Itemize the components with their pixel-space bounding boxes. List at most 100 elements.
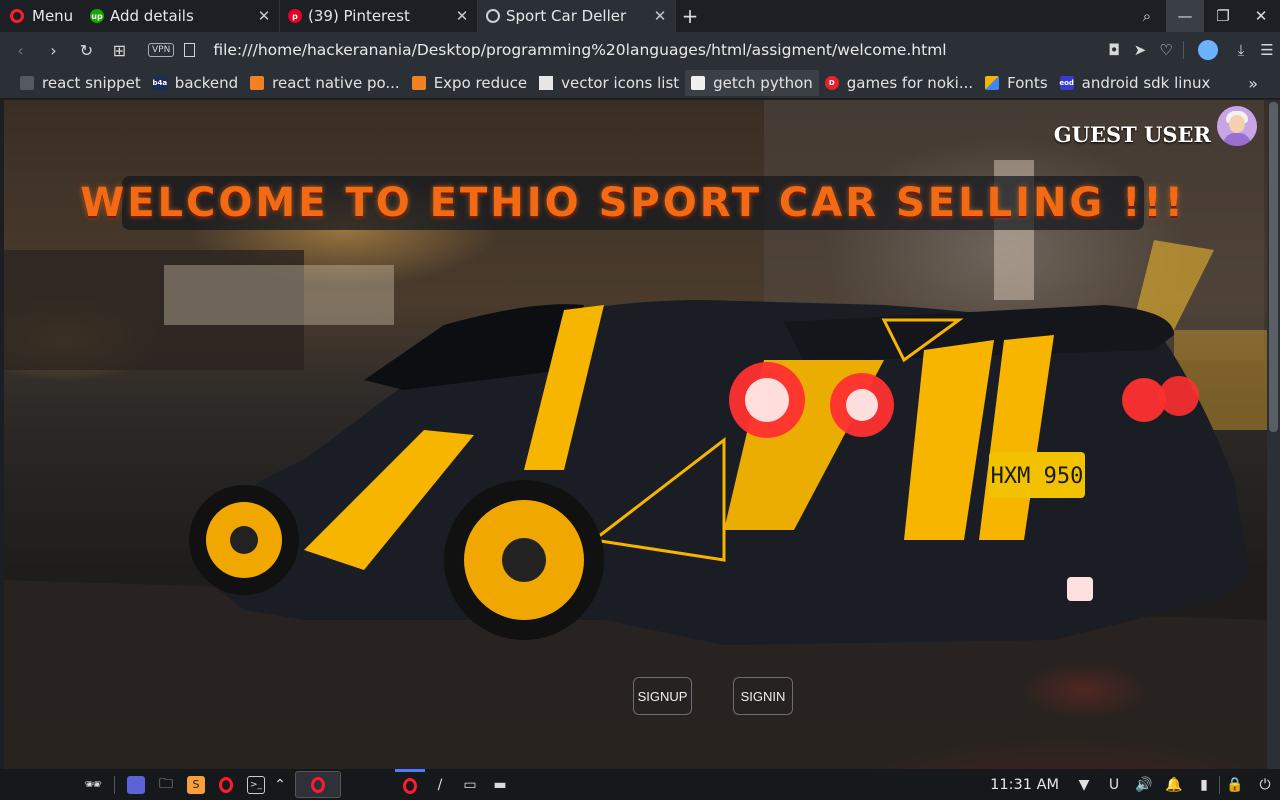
opera-window-task[interactable]	[295, 771, 341, 798]
opera-logo-icon	[10, 9, 24, 23]
forward-icon[interactable]: ›	[37, 32, 70, 68]
workspace-opera-icon[interactable]	[395, 769, 425, 800]
vpn-badge[interactable]: VPN	[148, 43, 175, 57]
google-fonts-icon	[985, 76, 1000, 90]
workspace-folder-icon[interactable]: ▬	[485, 769, 515, 800]
file-manager-icon[interactable]: 🗀	[151, 769, 181, 800]
bookmark-label: getch python	[713, 74, 813, 92]
easy-setup-icon[interactable]: ☰	[1254, 41, 1280, 59]
workspace-editor-icon[interactable]: /	[425, 769, 455, 800]
incognito-icon[interactable]: 🕶	[78, 769, 108, 800]
tabs-grid-icon[interactable]: ⊞	[103, 32, 136, 68]
bookmark-label: Fonts	[1007, 74, 1048, 92]
signin-button[interactable]: SIGNIN	[733, 677, 793, 715]
avatar-face	[1229, 115, 1245, 133]
close-window-button[interactable]: ✕	[1242, 0, 1280, 32]
page-viewport: HXM 950 GUEST USER WELCOME TO ETHIO SPOR…	[4, 100, 1267, 769]
document-icon	[539, 76, 554, 90]
tab-title: Sport Car Deller	[506, 7, 627, 25]
opera-launcher-icon[interactable]	[211, 769, 241, 800]
tab-search-icon[interactable]: ⌕	[1128, 0, 1166, 32]
divider	[114, 775, 115, 794]
welcome-heading: WELCOME TO ETHIO SPORT CAR SELLING !!!	[80, 180, 1186, 226]
bookmark-label: vector icons list	[561, 74, 680, 92]
notification-bell-icon[interactable]: 🔔	[1159, 777, 1189, 793]
download-icon[interactable]: ⤓	[1228, 41, 1254, 59]
bookmark-item[interactable]: Dgames for noki...	[819, 70, 979, 96]
eod-icon: eod	[1059, 76, 1074, 90]
bookmark-item[interactable]: Fonts	[979, 70, 1053, 96]
bookmark-item[interactable]: eod android sdk linux	[1054, 70, 1217, 96]
heart-icon[interactable]: ♡	[1153, 41, 1179, 59]
close-tab-icon[interactable]: ✕	[455, 7, 469, 25]
clock[interactable]: 11:31 AM	[990, 777, 1059, 793]
guest-user-label: GUEST USER	[1053, 122, 1211, 147]
signup-button[interactable]: SIGNUP	[633, 677, 692, 715]
camera-icon[interactable]: ◘	[1101, 41, 1127, 59]
close-tab-icon[interactable]: ✕	[257, 7, 271, 25]
tab-title: (39) Pinterest	[308, 7, 410, 25]
chevron-up-icon[interactable]: ⌃	[271, 769, 289, 800]
opera-menu-button[interactable]: Menu	[0, 0, 82, 32]
terminal-icon[interactable]: >_	[241, 769, 271, 800]
workspace-terminal-icon[interactable]: ▭	[455, 769, 485, 800]
license-plate-text: HXM 950	[991, 464, 1084, 489]
back-icon[interactable]: ‹	[4, 32, 37, 68]
tab-sport-car-deller[interactable]: Sport Car Deller ✕	[478, 0, 676, 32]
stackoverflow-icon	[250, 76, 265, 90]
bookmark-label: games for noki...	[846, 74, 974, 92]
scrollbar-thumb[interactable]	[1269, 102, 1278, 432]
bookmark-item[interactable]: b4a backend	[147, 70, 244, 96]
upwork-icon: up	[90, 9, 104, 23]
bookmark-label: react native po...	[272, 74, 400, 92]
address-bar-actions: ◘ ➤ ♡ ⤓ ☰	[1101, 32, 1280, 68]
bookmark-label: react snippet	[42, 74, 141, 92]
page-scrollbar[interactable]	[1267, 100, 1280, 769]
menu-label: Menu	[32, 7, 74, 25]
bookmark-label: backend	[174, 74, 239, 92]
restore-button[interactable]: ❐	[1204, 0, 1242, 32]
send-icon[interactable]: ➤	[1127, 41, 1153, 59]
bookmark-label: Expo reduce	[433, 74, 528, 92]
account-icon[interactable]	[1198, 40, 1218, 60]
bookmark-item[interactable]: react native po...	[244, 70, 406, 96]
bookmark-item[interactable]: Expo reduce	[406, 70, 533, 96]
tab-strip: Menu up Add details ✕ p (39) Pinterest ✕…	[0, 0, 1280, 32]
close-tab-icon[interactable]: ✕	[653, 7, 667, 25]
url-field[interactable]: file:///home/hackeranania/Desktop/progra…	[213, 41, 946, 59]
tab-title: Add details	[110, 7, 194, 25]
window-controls: ⌕ — ❐ ✕	[1128, 0, 1280, 32]
battery-icon[interactable]: ▮	[1189, 777, 1219, 793]
tab-pinterest[interactable]: p (39) Pinterest ✕	[280, 0, 478, 32]
user-avatar[interactable]	[1217, 106, 1257, 146]
system-tray: 11:31 AM ▼ U 🔊 🔔 ▮ 🔒 ⏻	[990, 769, 1280, 800]
cube-icon	[691, 76, 706, 90]
bookmark-item[interactable]: react snippet	[14, 70, 147, 96]
desktop-icon[interactable]	[121, 769, 151, 800]
globe-icon	[486, 9, 500, 23]
b4a-icon: b4a	[153, 76, 167, 90]
page-icon	[20, 76, 34, 90]
lock-icon[interactable]: 🔒	[1220, 777, 1250, 793]
sublime-icon[interactable]: S	[181, 769, 211, 800]
bookmarks-bar: react snippet b4a backend react native po…	[0, 68, 1280, 98]
minimize-button[interactable]: —	[1166, 0, 1204, 32]
bookmark-item[interactable]: getch python	[685, 70, 819, 96]
page-icon	[184, 43, 196, 57]
address-bar: ‹ › ↻ ⊞ VPN file:///home/hackeranania/De…	[0, 32, 1280, 68]
wifi-icon[interactable]: ▼	[1069, 777, 1099, 793]
more-bookmarks-icon[interactable]: »	[1248, 74, 1258, 93]
bookmark-item[interactable]: vector icons list	[533, 70, 685, 96]
volume-icon[interactable]: 🔊	[1129, 777, 1159, 793]
avatar-body	[1223, 133, 1251, 146]
stackoverflow-icon	[411, 76, 426, 90]
vpn-tray-icon[interactable]: U	[1099, 777, 1129, 793]
tab-add-details[interactable]: up Add details ✕	[82, 0, 280, 32]
dplay-icon: D	[824, 76, 839, 90]
power-icon[interactable]: ⏻	[1250, 777, 1280, 793]
divider	[1183, 41, 1184, 59]
taskbar: 🕶 🗀 S >_ ⌃ / ▭ ▬ 11:31 AM ▼ U 🔊 🔔 ▮ 🔒 ⏻	[0, 769, 1280, 800]
reload-icon[interactable]: ↻	[70, 32, 103, 68]
new-tab-button[interactable]: +	[676, 4, 704, 28]
pinterest-icon: p	[288, 9, 302, 23]
